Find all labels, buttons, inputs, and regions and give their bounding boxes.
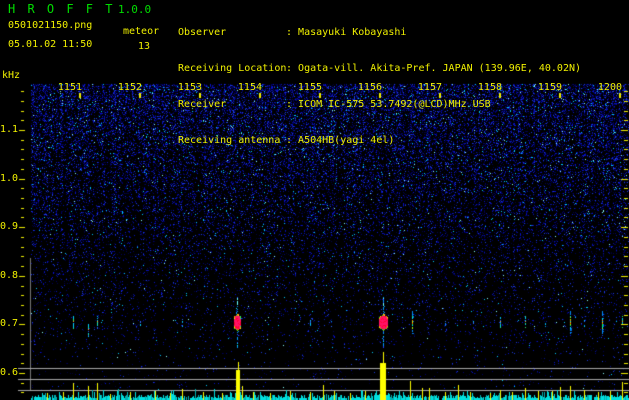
freq-tick-label: 0.6 — [0, 367, 19, 378]
freq-tick-label: 0.7 — [0, 318, 19, 329]
time-tick-label: 1151 — [57, 82, 82, 93]
info-value: ICOM IC-575 53.7492(@LCD)MHz USB — [298, 99, 491, 110]
time-tick-label: 1156 — [357, 82, 382, 93]
freq-axis-unit: kHz — [2, 70, 21, 81]
app-version: 1.0.0 — [118, 3, 152, 16]
info-separator: : — [286, 27, 299, 38]
datetime-label: 05.01.02 11:50 — [8, 39, 93, 50]
time-tick-label: 1200 — [597, 82, 622, 93]
info-separator: : — [286, 99, 299, 110]
output-filename: 0501021150.png — [8, 20, 93, 31]
time-tick-label: 1159 — [537, 82, 562, 93]
info-separator: : — [286, 63, 299, 74]
info-label: Receiving antenna — [178, 135, 281, 146]
info-label: Observer — [178, 27, 227, 38]
freq-tick-label: 1.1 — [0, 124, 19, 135]
time-tick-label: 1152 — [117, 82, 142, 93]
info-row-observer: Observer: Masayuki Kobayashi — [178, 27, 581, 39]
freq-tick-label: 0.9 — [0, 221, 19, 232]
mode-label: meteor — [123, 26, 160, 37]
info-value: A504HB(yagi 4el) — [298, 135, 395, 146]
info-row-location: Receiving Location: Ogata-vill. Akita-Pr… — [178, 63, 581, 75]
hrofft-screen: H R O F F T 1.0.0 0501021150.png meteor … — [0, 0, 629, 400]
freq-tick-label: 1.0 — [0, 173, 19, 184]
time-tick-label: 1154 — [237, 82, 262, 93]
time-tick-label: 1158 — [477, 82, 502, 93]
echo-count: 13 — [138, 41, 151, 52]
app-title: H R O F F T — [8, 2, 115, 16]
time-tick-label: 1153 — [177, 82, 202, 93]
info-row-receiver: Receiver: ICOM IC-575 53.7492(@LCD)MHz U… — [178, 99, 581, 111]
time-tick-label: 1155 — [297, 82, 322, 93]
time-tick-label: 1157 — [417, 82, 442, 93]
info-row-antenna: Receiving antenna: A504HB(yagi 4el) — [178, 135, 581, 147]
freq-tick-label: 0.8 — [0, 270, 19, 281]
info-value: Masayuki Kobayashi — [298, 27, 407, 38]
info-label: Receiver — [178, 99, 227, 110]
info-separator: : — [286, 135, 299, 146]
info-label: Receiving Location — [178, 63, 287, 74]
info-value: Ogata-vill. Akita-Pref. JAPAN (139.96E, … — [298, 63, 582, 74]
